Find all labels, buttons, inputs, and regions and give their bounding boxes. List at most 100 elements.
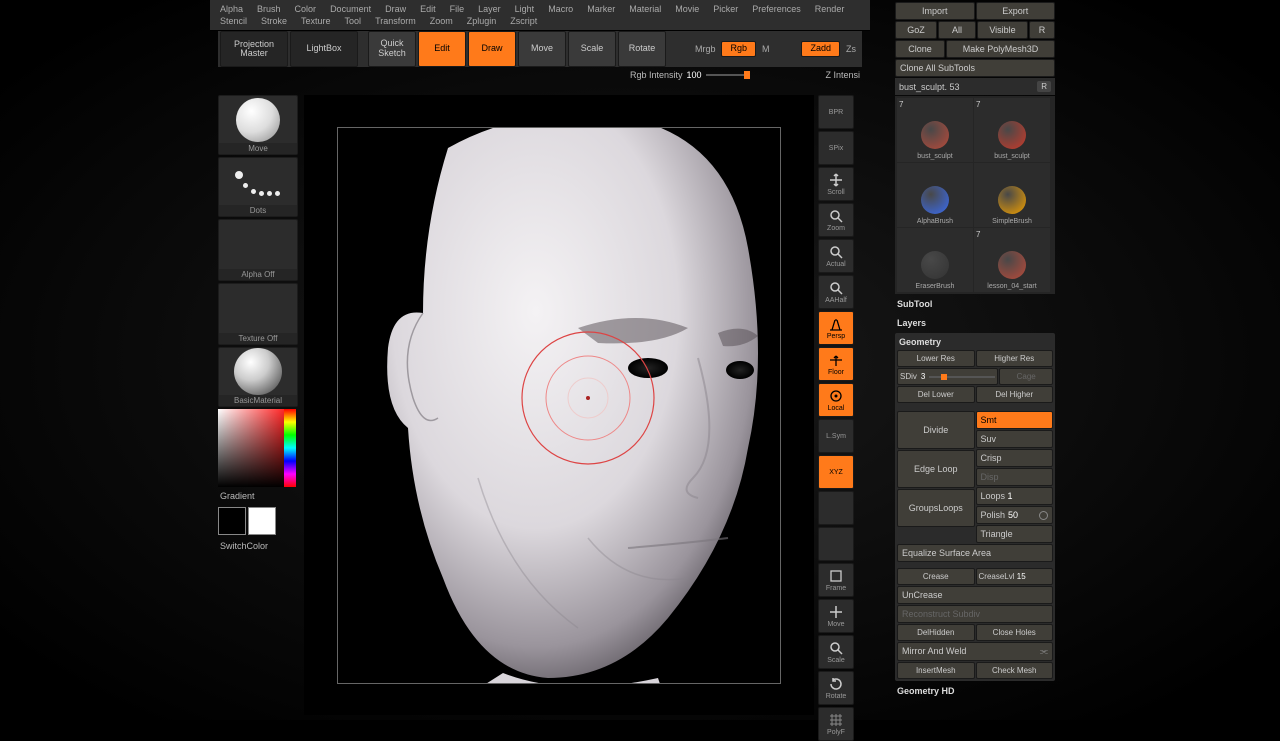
zadd-button[interactable]: Zadd [801, 41, 840, 57]
menu-file[interactable]: File [450, 4, 465, 14]
Persp-button[interactable]: Persp [818, 311, 854, 345]
groups-loops-button[interactable]: GroupsLoops [897, 489, 975, 527]
menu-material[interactable]: Material [629, 4, 661, 14]
loops-slider[interactable]: Loops 1 [976, 487, 1054, 505]
menu-tool[interactable]: Tool [345, 16, 362, 26]
polish-slider[interactable]: Polish50 [976, 506, 1054, 524]
tool-thumb[interactable]: SimpleBrush [974, 163, 1050, 227]
crease-button[interactable]: Crease [897, 568, 975, 585]
AAHalf-button[interactable]: AAHalf [818, 275, 854, 309]
r-button[interactable]: R [1029, 21, 1055, 39]
scale-button[interactable]: Scale [568, 31, 616, 67]
BPR-button[interactable]: BPR [818, 95, 854, 129]
Actual-button[interactable]: Actual [818, 239, 854, 273]
tool-thumb[interactable]: AlphaBrush [897, 163, 973, 227]
brush-slot[interactable]: Move [218, 95, 298, 155]
stroke-slot[interactable]: Dots [218, 157, 298, 217]
suv-button[interactable]: Suv [976, 430, 1054, 448]
sdiv-slider[interactable]: SDiv3 [897, 368, 998, 385]
cage-button[interactable]: Cage [999, 368, 1053, 385]
alpha-slot[interactable]: Alpha Off [218, 219, 298, 281]
triangle-button[interactable]: Triangle [976, 525, 1054, 543]
menu-marker[interactable]: Marker [587, 4, 615, 14]
menu-zoom[interactable]: Zoom [430, 16, 453, 26]
menu-picker[interactable]: Picker [713, 4, 738, 14]
menu-layer[interactable]: Layer [478, 4, 501, 14]
menu-color[interactable]: Color [295, 4, 317, 14]
higher-res-button[interactable]: Higher Res [976, 350, 1054, 367]
primary-color-swatch[interactable] [248, 507, 276, 535]
del-lower-button[interactable]: Del Lower [897, 386, 975, 403]
rotate-button[interactable]: Rotate [618, 31, 666, 67]
Zoom-button[interactable]: Zoom [818, 203, 854, 237]
Local-button[interactable]: Local [818, 383, 854, 417]
switch-color-button[interactable]: SwitchColor [218, 539, 298, 553]
texture-slot[interactable]: Texture Off [218, 283, 298, 345]
rgb-intensity-slider[interactable]: Rgb Intensity 100 [630, 70, 750, 80]
Rotate-button[interactable]: Rotate [818, 671, 854, 705]
menu-stencil[interactable]: Stencil [220, 16, 247, 26]
equalize-button[interactable]: Equalize Surface Area [897, 544, 1053, 562]
menu-preferences[interactable]: Preferences [752, 4, 801, 14]
zs-label[interactable]: Zs [846, 44, 856, 54]
hue-bar[interactable] [284, 409, 296, 487]
divide-button[interactable]: Divide [897, 411, 975, 449]
geometry-section[interactable]: Geometry [897, 335, 1053, 349]
tool-name-field[interactable]: bust_sculpt. 53R [895, 78, 1055, 95]
import-button[interactable]: Import [895, 2, 975, 20]
tool-thumb[interactable]: EraserBrush [897, 228, 973, 292]
lightbox-button[interactable]: LightBox [290, 31, 358, 67]
menu-zplugin[interactable]: Zplugin [467, 16, 497, 26]
tool-thumb[interactable]: 7bust_sculpt [897, 98, 973, 162]
color-picker[interactable] [218, 409, 296, 487]
export-button[interactable]: Export [976, 2, 1056, 20]
PolyF-button[interactable]: PolyF [818, 707, 854, 741]
material-slot[interactable]: BasicMaterial [218, 347, 298, 407]
menu-macro[interactable]: Macro [548, 4, 573, 14]
clone-button[interactable]: Clone [895, 40, 945, 58]
layers-section[interactable]: Layers [895, 314, 1055, 332]
disp-slider[interactable]: Disp [976, 468, 1054, 486]
tool-thumb[interactable]: 7bust_sculpt [974, 98, 1050, 162]
nav-button[interactable] [818, 491, 854, 525]
menu-draw[interactable]: Draw [385, 4, 406, 14]
draw-button[interactable]: Draw [468, 31, 516, 67]
menu-texture[interactable]: Texture [301, 16, 331, 26]
Frame-button[interactable]: Frame [818, 563, 854, 597]
edge-loop-button[interactable]: Edge Loop [897, 450, 975, 488]
menu-brush[interactable]: Brush [257, 4, 281, 14]
menu-zscript[interactable]: Zscript [510, 16, 537, 26]
make-polymesh-button[interactable]: Make PolyMesh3D [946, 40, 1055, 58]
insert-mesh-button[interactable]: InsertMesh [897, 662, 975, 679]
menu-edit[interactable]: Edit [420, 4, 436, 14]
uncrease-button[interactable]: UnCrease [897, 586, 1053, 604]
menu-movie[interactable]: Movie [675, 4, 699, 14]
gradient-label[interactable]: Gradient [218, 489, 298, 503]
smt-button[interactable]: Smt [976, 411, 1054, 429]
nav-button[interactable] [818, 527, 854, 561]
canvas[interactable] [304, 95, 814, 715]
Move-button[interactable]: Move [818, 599, 854, 633]
menu-document[interactable]: Document [330, 4, 371, 14]
secondary-color-swatch[interactable] [218, 507, 246, 535]
del-hidden-button[interactable]: DelHidden [897, 624, 975, 641]
projection-master-button[interactable]: Projection Master [220, 31, 288, 67]
clone-all-subtools-button[interactable]: Clone All SubTools [895, 59, 1055, 77]
z-intensity-label[interactable]: Z Intensi [825, 70, 860, 80]
m-label[interactable]: M [762, 44, 770, 54]
tool-thumb[interactable]: 7lesson_04_start [974, 228, 1050, 292]
menu-stroke[interactable]: Stroke [261, 16, 287, 26]
goz-button[interactable]: GoZ [895, 21, 937, 39]
crisp-button[interactable]: Crisp [976, 449, 1054, 467]
close-holes-button[interactable]: Close Holes [976, 624, 1054, 641]
rgb-button[interactable]: Rgb [721, 41, 756, 57]
XYZ-button[interactable]: XYZ [818, 455, 854, 489]
SPix-button[interactable]: SPix [818, 131, 854, 165]
goz-visible-button[interactable]: Visible [977, 21, 1028, 39]
L.Sym-button[interactable]: L.Sym [818, 419, 854, 453]
geometry-hd-section[interactable]: Geometry HD [895, 682, 1055, 700]
mirror-weld-button[interactable]: Mirror And Weld⫘ [897, 642, 1053, 661]
menu-alpha[interactable]: Alpha [220, 4, 243, 14]
edit-button[interactable]: Edit [418, 31, 466, 67]
goz-all-button[interactable]: All [938, 21, 976, 39]
